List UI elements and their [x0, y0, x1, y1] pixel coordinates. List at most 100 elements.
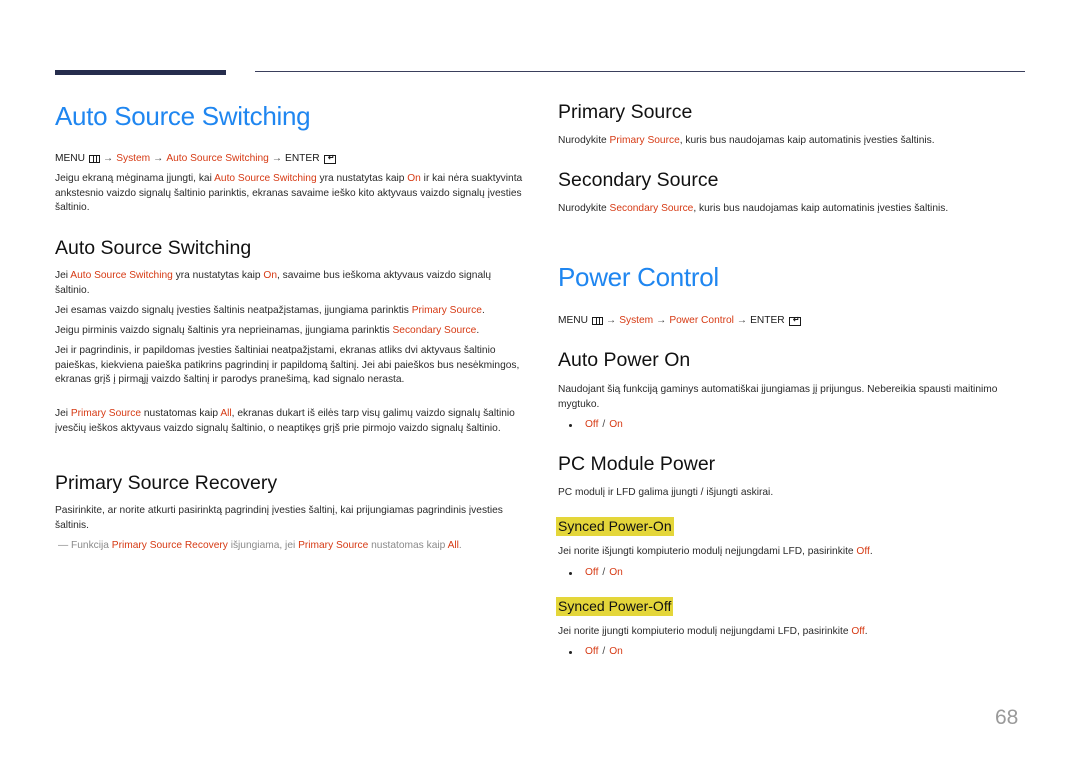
option-separator: / [602, 567, 606, 578]
text: Jeigu pirminis vaizdo signalų šaltinis y… [55, 325, 393, 336]
heading-primary-source-recovery: Primary Source Recovery [55, 472, 278, 494]
ass-paragraph-4: Jei ir pagrindinis, ir papildomas įvesti… [55, 345, 520, 386]
synced-power-off-paragraph: Jei norite įjungti kompiuterio modulį ne… [558, 625, 1028, 640]
enter-icon: ↵ [323, 153, 336, 164]
text: , kuris bus naudojamas kaip automatinis … [693, 203, 949, 214]
psr-paragraph: Pasirinkite, ar norite atkurti pasirinkt… [55, 505, 503, 531]
header-rule-thick [55, 70, 226, 75]
heading-auto-source-switching: Auto Source Switching [55, 237, 252, 259]
text: . [458, 540, 462, 551]
option-separator: / [602, 419, 606, 430]
arrow-icon: → [606, 315, 617, 326]
value-highlight: Off [851, 626, 865, 637]
text: yra nustatytas kaip [172, 270, 264, 281]
text: Jeigu ekraną mėginama įjungti, kai [55, 173, 215, 184]
option-on[interactable]: On [609, 566, 623, 580]
text: , kuris bus naudojamas kaip automatinis … [679, 135, 935, 146]
enter-label: ENTER [285, 153, 320, 164]
term-highlight: Secondary Source [609, 203, 694, 214]
intro-paragraph: Jeigu ekraną mėginama įjungti, kai Auto … [55, 172, 525, 216]
arrow-icon: → [153, 153, 164, 164]
text: išjungiama, jei [227, 540, 299, 551]
menu-icon [89, 155, 100, 163]
text: . [864, 626, 868, 637]
text: Jei norite išjungti kompiuterio modulį n… [558, 546, 857, 557]
option-off[interactable]: Off [585, 418, 598, 432]
menu-icon [592, 317, 603, 325]
heading-auto-power-on: Auto Power On [558, 349, 691, 371]
menu-path-auto-source: MENU → System → Auto Source Switching → … [55, 152, 336, 166]
term-highlight: Primary Source Recovery [111, 540, 228, 551]
menu-label: MENU [558, 315, 588, 326]
text: nustatomas kaip [368, 540, 448, 551]
heading-secondary-source: Secondary Source [558, 169, 719, 191]
ass-paragraph-3: Jeigu pirminis vaizdo signalų šaltinis y… [55, 324, 535, 339]
page-title-auto-source-switching: Auto Source Switching [55, 101, 311, 131]
text: Nurodykite [558, 135, 610, 146]
psr-note: ― Funkcija Primary Source Recovery išjun… [58, 539, 538, 554]
header-rule-thin [255, 71, 1025, 72]
option-separator: / [602, 646, 606, 657]
synced-power-off-options: Off / On [558, 645, 623, 659]
term-highlight: Primary Source [411, 305, 482, 316]
term-highlight: Auto Source Switching [214, 173, 317, 184]
enter-label: ENTER [750, 315, 785, 326]
text: . [481, 305, 485, 316]
heading-pc-module-power: PC Module Power [558, 453, 716, 475]
menu-path-item[interactable]: Power Control [669, 314, 734, 328]
ass-paragraph-1: Jei Auto Source Switching yra nustatytas… [55, 269, 505, 298]
pc-module-power-paragraph: PC modulį ir LFD galima įjungti / išjung… [558, 487, 774, 498]
text: Funkcija [68, 540, 112, 551]
option-on[interactable]: On [609, 418, 623, 432]
page-title-power-control: Power Control [558, 262, 719, 292]
text: nustatomas kaip [141, 408, 221, 419]
heading-primary-source: Primary Source [558, 101, 693, 123]
menu-path-system[interactable]: System [116, 152, 150, 166]
secondary-source-paragraph: Nurodykite Secondary Source, kuris bus n… [558, 202, 1028, 217]
text: yra nustatytas kaip [316, 173, 408, 184]
text: Jei norite įjungti kompiuterio modulį ne… [558, 626, 852, 637]
menu-label: MENU [55, 153, 85, 164]
value-highlight: Off [856, 546, 870, 557]
synced-power-on-paragraph: Jei norite išjungti kompiuterio modulį n… [558, 545, 1028, 560]
ass-paragraph-5: Jei Primary Source nustatomas kaip All, … [55, 407, 530, 436]
page-number: 68 [995, 706, 1019, 729]
text: . [869, 546, 873, 557]
term-highlight: Auto Source Switching [70, 270, 173, 281]
text: . [476, 325, 480, 336]
menu-path-system[interactable]: System [619, 314, 653, 328]
heading-synced-power-on: Synced Power-On [556, 517, 674, 536]
value-highlight: All [220, 408, 232, 419]
text: Jei esamas vaizdo signalų įvesties šalti… [55, 305, 412, 316]
option-off[interactable]: Off [585, 645, 598, 659]
menu-path-power-control: MENU → System → Power Control → ENTER ↵ [558, 314, 801, 328]
bullet-icon [569, 423, 572, 427]
ass-paragraph-2: Jei esamas vaizdo signalų įvesties šalti… [55, 304, 535, 319]
term-highlight: Primary Source [609, 135, 680, 146]
term-highlight: Primary Source [298, 540, 369, 551]
heading-synced-power-off: Synced Power-Off [556, 597, 674, 616]
note-dash-icon: ― [58, 540, 69, 551]
synced-power-on-heading-wrap: Synced Power-On [556, 516, 674, 536]
value-highlight: All [447, 540, 459, 551]
enter-icon: ↵ [788, 315, 801, 326]
option-off[interactable]: Off [585, 566, 598, 580]
arrow-icon: → [271, 153, 283, 164]
term-highlight: Primary Source [70, 408, 142, 419]
bullet-icon [569, 571, 572, 575]
text: Jei [55, 408, 71, 419]
option-on[interactable]: On [609, 645, 623, 659]
text: Nurodykite [558, 203, 610, 214]
bullet-icon [569, 650, 572, 654]
synced-power-off-heading-wrap: Synced Power-Off [556, 596, 674, 616]
arrow-icon: → [736, 315, 748, 326]
primary-source-paragraph: Nurodykite Primary Source, kuris bus nau… [558, 134, 1028, 149]
value-highlight: On [263, 270, 277, 281]
menu-path-item[interactable]: Auto Source Switching [166, 152, 269, 166]
text: Jei [55, 270, 71, 281]
auto-power-on-options: Off / On [558, 418, 623, 432]
arrow-icon: → [103, 153, 114, 164]
value-highlight: On [407, 173, 421, 184]
term-highlight: Secondary Source [392, 325, 477, 336]
arrow-icon: → [656, 315, 667, 326]
